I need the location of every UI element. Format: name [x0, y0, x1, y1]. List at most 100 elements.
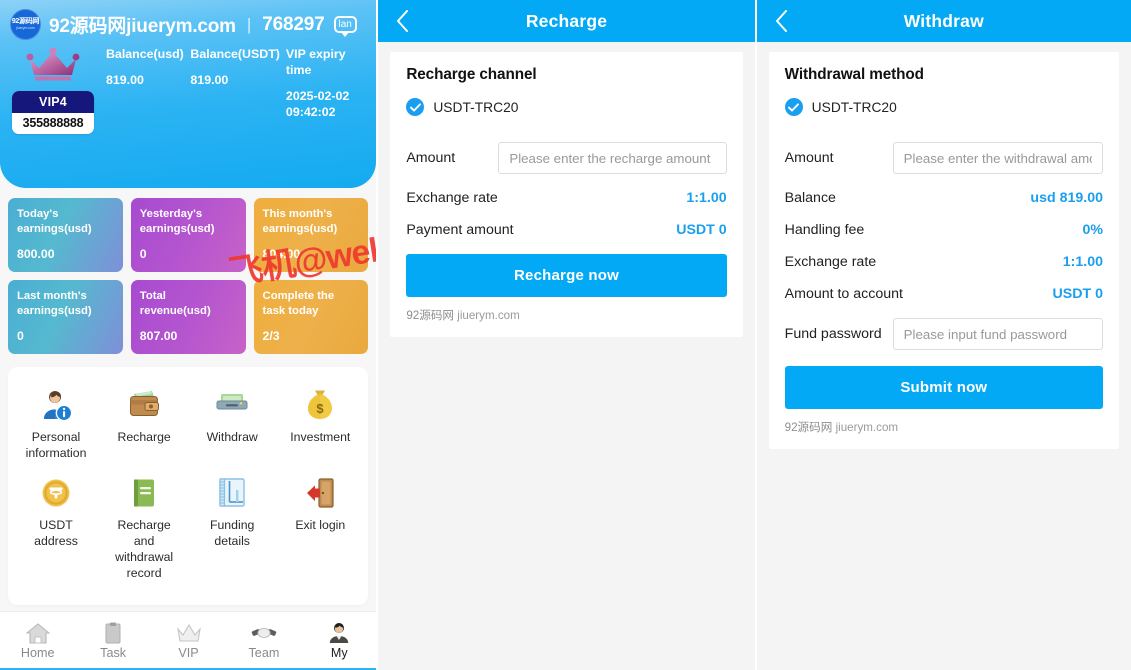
back-button[interactable]	[390, 0, 415, 42]
tab-label: VIP	[178, 645, 199, 660]
menu-item-investment[interactable]: $ Investment	[276, 381, 364, 469]
bottom-tabbar: Home Task VIP Team My	[0, 611, 377, 670]
stat-value: 800.00	[17, 247, 55, 261]
recharge-now-button[interactable]: Recharge now	[406, 254, 727, 297]
svg-text:$: $	[317, 401, 325, 416]
stat-label: Today's earnings(usd)	[17, 208, 92, 235]
menu-grid: Personal information Recharge Withdraw $…	[8, 367, 369, 605]
menu-item-recharge[interactable]: Recharge	[100, 381, 188, 469]
handshake-icon	[251, 627, 277, 638]
hero-body: VIP4 355888888 Balance(usd) 819.00 Balan…	[0, 40, 376, 134]
menu-label: Investment	[290, 430, 351, 444]
vip-level: VIP4	[12, 91, 94, 113]
payment-amount-row: Payment amount USDT 0	[406, 222, 726, 238]
user-avatar-icon	[330, 622, 349, 643]
amount-label: Amount	[784, 150, 834, 166]
tab-label: Home	[20, 645, 55, 660]
stat-label: Last month's earnings(usd)	[17, 290, 92, 317]
tab-vip[interactable]: VIP	[151, 622, 226, 661]
chevron-left-icon	[397, 10, 409, 32]
stat-card-task-today[interactable]: Complete the task today 2/3	[253, 280, 369, 354]
logo-text-en: jiuerym.com	[16, 26, 35, 30]
check-icon	[406, 98, 425, 116]
channel-option-usdt-trc20[interactable]: USDT-TRC20	[406, 98, 726, 116]
menu-item-usdt-address[interactable]: USDT address	[12, 469, 100, 589]
notebook-chart-icon	[215, 473, 249, 513]
recharge-panel: Recharge Recharge channel USDT-TRC20 Amo…	[376, 0, 755, 670]
stat-card-yesterday[interactable]: Yesterday's earnings(usd) 0	[130, 198, 246, 272]
menu-item-funding-details[interactable]: Funding details	[188, 469, 276, 589]
vip-account-number: 355888888	[12, 113, 94, 134]
row-label: Amount to account	[784, 286, 903, 302]
stat-value: 0	[139, 247, 147, 261]
method-name: USDT-TRC20	[811, 99, 897, 115]
row-value: USDT 0	[1052, 286, 1103, 302]
tab-label: Task	[100, 645, 127, 660]
check-icon	[784, 98, 803, 116]
page-title: Recharge	[525, 10, 608, 31]
menu-label: Recharge and withdrawal record	[115, 518, 174, 580]
withdraw-panel: Withdraw Withdrawal method USDT-TRC20 Am…	[754, 0, 1131, 670]
fund-password-input[interactable]	[892, 318, 1103, 350]
stat-value: 804.00	[262, 247, 301, 261]
profile-hero: 92源码网 jiuerym.com 92源码网jiuerym.com | 768…	[0, 0, 377, 188]
fund-password-row: Fund password	[785, 318, 1103, 350]
atm-cash-icon	[214, 385, 250, 425]
row-label: Payment amount	[406, 222, 514, 238]
row-value: 0%	[1082, 222, 1103, 238]
ledger-book-icon	[127, 473, 161, 513]
money-bag-icon: $	[303, 385, 337, 425]
earnings-cards: Today's earnings(usd) 800.00 Yesterday's…	[0, 188, 376, 354]
footer-brand-en: jiuerym.com	[835, 421, 899, 434]
withdraw-amount-input[interactable]	[892, 142, 1103, 174]
stat-value: 2/3	[262, 329, 280, 343]
menu-item-withdraw[interactable]: Withdraw	[188, 381, 276, 469]
submit-now-button[interactable]: Submit now	[784, 366, 1103, 409]
exit-door-icon	[303, 473, 337, 513]
vip-badge: VIP4 355888888	[12, 91, 94, 134]
menu-label: Exit login	[295, 518, 346, 532]
balance-usd: Balance(usd) 819.00	[106, 46, 190, 134]
vip-block: VIP4 355888888	[0, 46, 106, 134]
stat-card-total-revenue[interactable]: Total revenue(usd) 807.00	[130, 280, 246, 354]
tab-team[interactable]: Team	[226, 622, 301, 661]
stat-card-this-month[interactable]: This month's earnings(usd) 804.00	[253, 198, 369, 272]
user-id: 768297	[262, 13, 325, 35]
withdraw-form: Withdrawal method USDT-TRC20 Amount Bala…	[768, 52, 1119, 449]
clipboard-icon	[105, 622, 121, 643]
vip-expiry: VIP expiry time 2025-02-02 09:42:02	[286, 46, 370, 134]
crown-icon	[176, 623, 201, 642]
menu-label: Personal information	[25, 430, 87, 460]
row-label: Balance	[784, 190, 836, 206]
language-icon[interactable]: lan	[333, 16, 357, 37]
channel-name: USDT-TRC20	[433, 99, 519, 115]
menu-label: Recharge	[117, 430, 171, 444]
crown-icon	[26, 47, 80, 87]
stat-label: Total revenue(usd)	[139, 290, 211, 317]
tab-my[interactable]: My	[302, 622, 377, 661]
logo-text-cn: 92源码网	[11, 18, 40, 25]
tab-home[interactable]: Home	[0, 622, 75, 661]
menu-item-personal-information[interactable]: Personal information	[12, 381, 100, 469]
footer-brand-en: jiuerym.com	[457, 309, 520, 322]
balance-usd-value: 819.00	[106, 73, 144, 87]
vip-expiry-value: 2025-02-02 09:42:02	[285, 89, 350, 119]
menu-row-2: USDT address Recharge and withdrawal rec…	[12, 469, 364, 589]
stat-card-last-month[interactable]: Last month's earnings(usd) 0	[8, 280, 123, 354]
my-panel: 92源码网 jiuerym.com 92源码网jiuerym.com | 768…	[0, 0, 377, 670]
recharge-form: Recharge channel USDT-TRC20 Amount Excha…	[390, 52, 743, 337]
tab-task[interactable]: Task	[75, 622, 150, 661]
menu-item-exit-login[interactable]: Exit login	[276, 469, 364, 589]
stat-label: Complete the task today	[262, 290, 335, 317]
balance-row: Balance(usd) 819.00 Balance(USDT) 819.00…	[106, 46, 376, 134]
row-value: 1:1.00	[686, 190, 727, 206]
stat-value: 807.00	[139, 329, 178, 343]
amount-to-account-row: Amount to account USDT 0	[785, 286, 1103, 302]
back-button[interactable]	[769, 0, 794, 42]
menu-item-recharge-withdrawal-record[interactable]: Recharge and withdrawal record	[100, 469, 188, 589]
amount-label: Amount	[406, 150, 456, 166]
stat-card-today[interactable]: Today's earnings(usd) 800.00	[8, 198, 123, 272]
recharge-amount-input[interactable]	[498, 142, 727, 174]
method-option-usdt-trc20[interactable]: USDT-TRC20	[784, 98, 1103, 116]
menu-label: Withdraw	[206, 430, 258, 444]
